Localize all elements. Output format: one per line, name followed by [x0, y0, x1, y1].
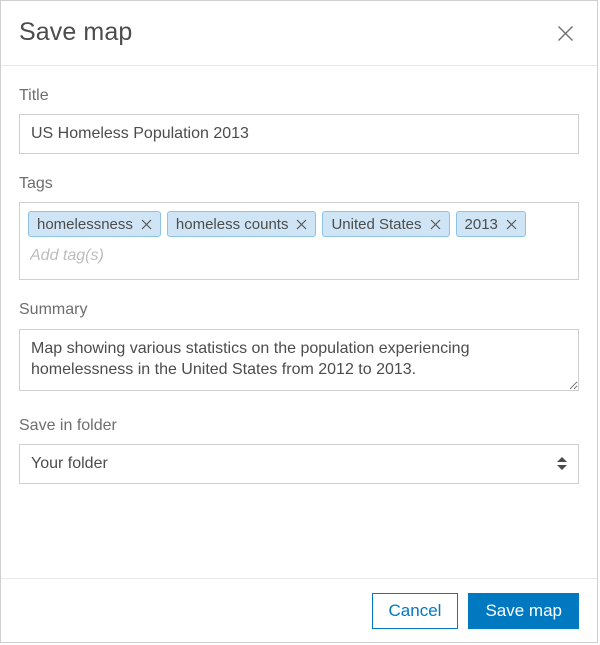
close-icon[interactable]	[428, 217, 443, 232]
folder-select[interactable]: Your folder	[19, 443, 579, 484]
save-map-dialog: Save map Title Tags homelessness	[0, 0, 598, 643]
folder-label: Save in folder	[19, 416, 117, 434]
tag-label: 2013	[464, 215, 498, 233]
tag-chip[interactable]: homelessness	[28, 211, 161, 238]
save-map-button[interactable]: Save map	[468, 592, 579, 629]
folder-field-group: Save in folder Your folder	[19, 416, 579, 484]
tag-label: United States	[331, 215, 422, 233]
tag-chip[interactable]: homeless counts	[166, 211, 317, 238]
tags-field-group: Tags homelessness homeless counts United…	[19, 174, 579, 281]
title-input[interactable]	[19, 114, 579, 155]
dialog-header: Save map	[1, 1, 597, 66]
tag-label: homelessness	[37, 215, 133, 233]
dialog-body: Title Tags homelessness	[1, 66, 597, 578]
add-tag-input[interactable]	[28, 247, 574, 266]
tags-label: Tags	[19, 175, 53, 193]
tags-input-container[interactable]: homelessness homeless counts United Stat…	[19, 202, 579, 281]
close-icon[interactable]	[294, 217, 309, 232]
summary-label: Summary	[19, 301, 88, 319]
page-title: Save map	[19, 18, 133, 47]
close-icon[interactable]	[551, 19, 579, 47]
cancel-button[interactable]: Cancel	[371, 592, 459, 629]
summary-textarea[interactable]	[19, 328, 579, 391]
summary-field-group: Summary	[19, 300, 579, 395]
title-label: Title	[19, 87, 49, 104]
folder-select-wrapper: Your folder	[19, 443, 579, 484]
dialog-footer: Cancel Save map	[1, 578, 597, 642]
tag-label: homeless counts	[175, 215, 289, 233]
tag-list: homelessness homeless counts United Stat…	[28, 211, 570, 238]
close-icon[interactable]	[504, 217, 519, 232]
close-icon[interactable]	[139, 217, 154, 232]
title-field-group: Title	[19, 86, 579, 155]
tag-chip[interactable]: United States	[322, 211, 450, 238]
tag-chip[interactable]: 2013	[455, 211, 526, 238]
